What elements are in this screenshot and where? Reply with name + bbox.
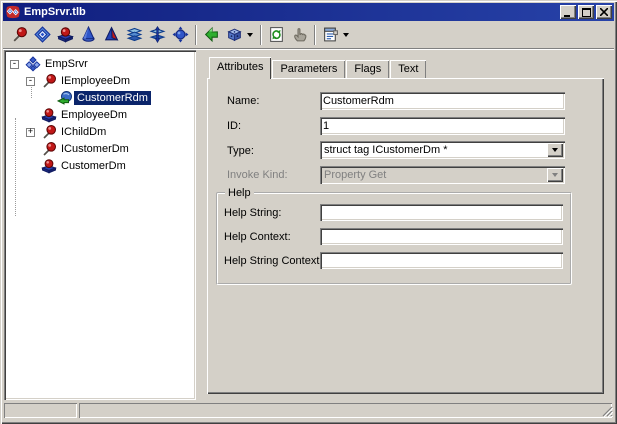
- diamond-icon[interactable]: [31, 24, 54, 46]
- close-button[interactable]: [596, 5, 612, 19]
- chevron-down-icon: [552, 148, 558, 152]
- status-panel-left: [4, 403, 77, 418]
- tree-expand-icon[interactable]: +: [26, 128, 35, 137]
- interface-pin-icon: [41, 124, 57, 140]
- type-tree[interactable]: - EmpSrvr - IEmployeeDm CustomerRdm EmployeeD…: [4, 50, 196, 400]
- tree-item-iemployeedm[interactable]: IEmployeeDm: [58, 74, 133, 88]
- type-label: Type:: [227, 145, 254, 157]
- toolbar-separator: [314, 24, 316, 45]
- help-string-context-label: Help String Context:: [224, 255, 323, 267]
- interface-pin-icon: [41, 73, 57, 89]
- interface-pin-icon[interactable]: [8, 24, 31, 46]
- coclass-ball-icon: [41, 158, 57, 174]
- invoke-kind-dropdown-button: [547, 168, 563, 182]
- go-arrow-icon[interactable]: [200, 24, 223, 46]
- tab-text[interactable]: Text: [390, 60, 427, 79]
- invoke-kind-combobox-value: Property Get: [324, 169, 387, 181]
- tree-item-customerdm[interactable]: CustomerDm: [58, 159, 129, 173]
- type-combobox-value: struct tag ICustomerDm *: [324, 144, 448, 156]
- help-string-input[interactable]: [320, 204, 563, 221]
- tlb-app-icon: [5, 4, 21, 20]
- resize-grip[interactable]: [601, 405, 614, 418]
- interface-pin-icon: [41, 141, 57, 157]
- help-context-input[interactable]: [320, 228, 563, 245]
- id-label: ID:: [227, 120, 242, 132]
- name-label: Name:: [227, 95, 260, 107]
- refresh-icon[interactable]: [265, 24, 288, 46]
- property-get-icon: [56, 90, 73, 106]
- tree-collapse-icon[interactable]: -: [10, 60, 19, 69]
- cube-icon[interactable]: [223, 24, 246, 46]
- library-sphere-icon[interactable]: [169, 24, 192, 46]
- window-title: EmpSrvr.tlb: [24, 6, 86, 18]
- tab-attributes[interactable]: Attributes: [209, 57, 272, 79]
- help-group-title: Help: [225, 187, 254, 199]
- toolbar-separator: [195, 24, 197, 45]
- tab-flags[interactable]: Flags: [346, 60, 390, 79]
- tree-item-ichilddm[interactable]: IChildDm: [58, 125, 109, 139]
- tree-collapse-icon[interactable]: -: [26, 77, 35, 86]
- chevron-down-icon[interactable]: [343, 32, 349, 37]
- name-input[interactable]: [320, 92, 565, 110]
- toolbar-separator: [260, 24, 262, 45]
- type-dropdown-button[interactable]: [547, 143, 563, 157]
- tree-item-empsrvr[interactable]: EmpSrvr: [42, 57, 91, 71]
- coclass-ball-icon: [41, 107, 57, 123]
- tree-item-customerrdm[interactable]: CustomerRdm: [74, 91, 151, 105]
- title-bar[interactable]: EmpSrvr.tlb: [3, 3, 614, 21]
- id-input[interactable]: [320, 117, 565, 135]
- app-window: EmpSrvr.tlb - EmpSrvr - IEmployeeDm Customer…: [0, 0, 617, 424]
- tab-parameters[interactable]: Parameters: [272, 60, 346, 79]
- status-bar: [3, 401, 614, 419]
- toolbar: [3, 21, 614, 49]
- help-context-label: Help Context:: [224, 231, 291, 243]
- chevron-down-icon: [552, 173, 558, 177]
- coclass-ball-icon[interactable]: [54, 24, 77, 46]
- tree-guide-line: [31, 84, 32, 98]
- invoke-kind-combobox: Property Get: [320, 166, 565, 184]
- module-layers-icon[interactable]: [123, 24, 146, 46]
- tree-guide-line: [15, 118, 16, 216]
- status-panel-right: [79, 403, 612, 418]
- tab-strip: Attributes Parameters Flags Text: [209, 57, 427, 79]
- tree-item-employeedm[interactable]: EmployeeDm: [58, 108, 130, 122]
- view-notes-icon[interactable]: [319, 24, 342, 46]
- tree-item-icustomerdm[interactable]: ICustomerDm: [58, 142, 132, 156]
- invoke-kind-label: Invoke Kind:: [227, 169, 288, 181]
- help-string-context-input[interactable]: [320, 252, 563, 269]
- enum-cone-icon[interactable]: [77, 24, 100, 46]
- help-string-label: Help String:: [224, 207, 282, 219]
- library-diamonds-icon: [25, 56, 41, 72]
- type-combobox[interactable]: struct tag ICustomerDm *: [320, 141, 565, 159]
- maximize-button[interactable]: [578, 5, 594, 19]
- minimize-button[interactable]: [560, 5, 576, 19]
- chevron-down-icon[interactable]: [247, 32, 253, 37]
- union-layers-arrow-icon[interactable]: [146, 24, 169, 46]
- record-pyramid-icon[interactable]: [100, 24, 123, 46]
- hand-icon: [288, 24, 311, 46]
